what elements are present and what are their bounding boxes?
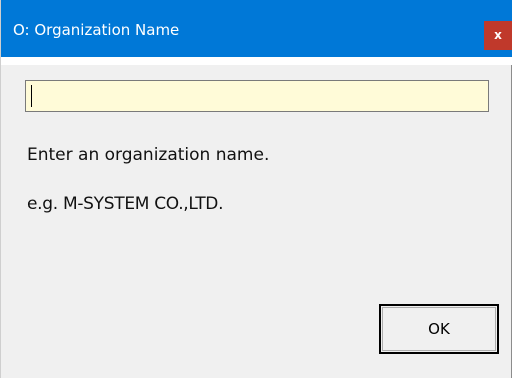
example-text: e.g. M-SYSTEM CO.,LTD. [27,194,224,214]
title-separator [1,57,512,65]
text-caret [31,85,32,107]
title-bar[interactable]: O: Organization Name x [1,0,512,57]
ok-button-label: OK [428,320,450,338]
ok-button[interactable]: OK [379,304,499,354]
instruction-text: Enter an organization name. [27,145,270,165]
window-title: O: Organization Name [13,21,180,39]
organization-name-input[interactable] [25,80,489,112]
close-icon: x [494,28,502,42]
close-button[interactable]: x [484,21,512,50]
dialog-window: O: Organization Name x Enter an organiza… [0,0,512,378]
